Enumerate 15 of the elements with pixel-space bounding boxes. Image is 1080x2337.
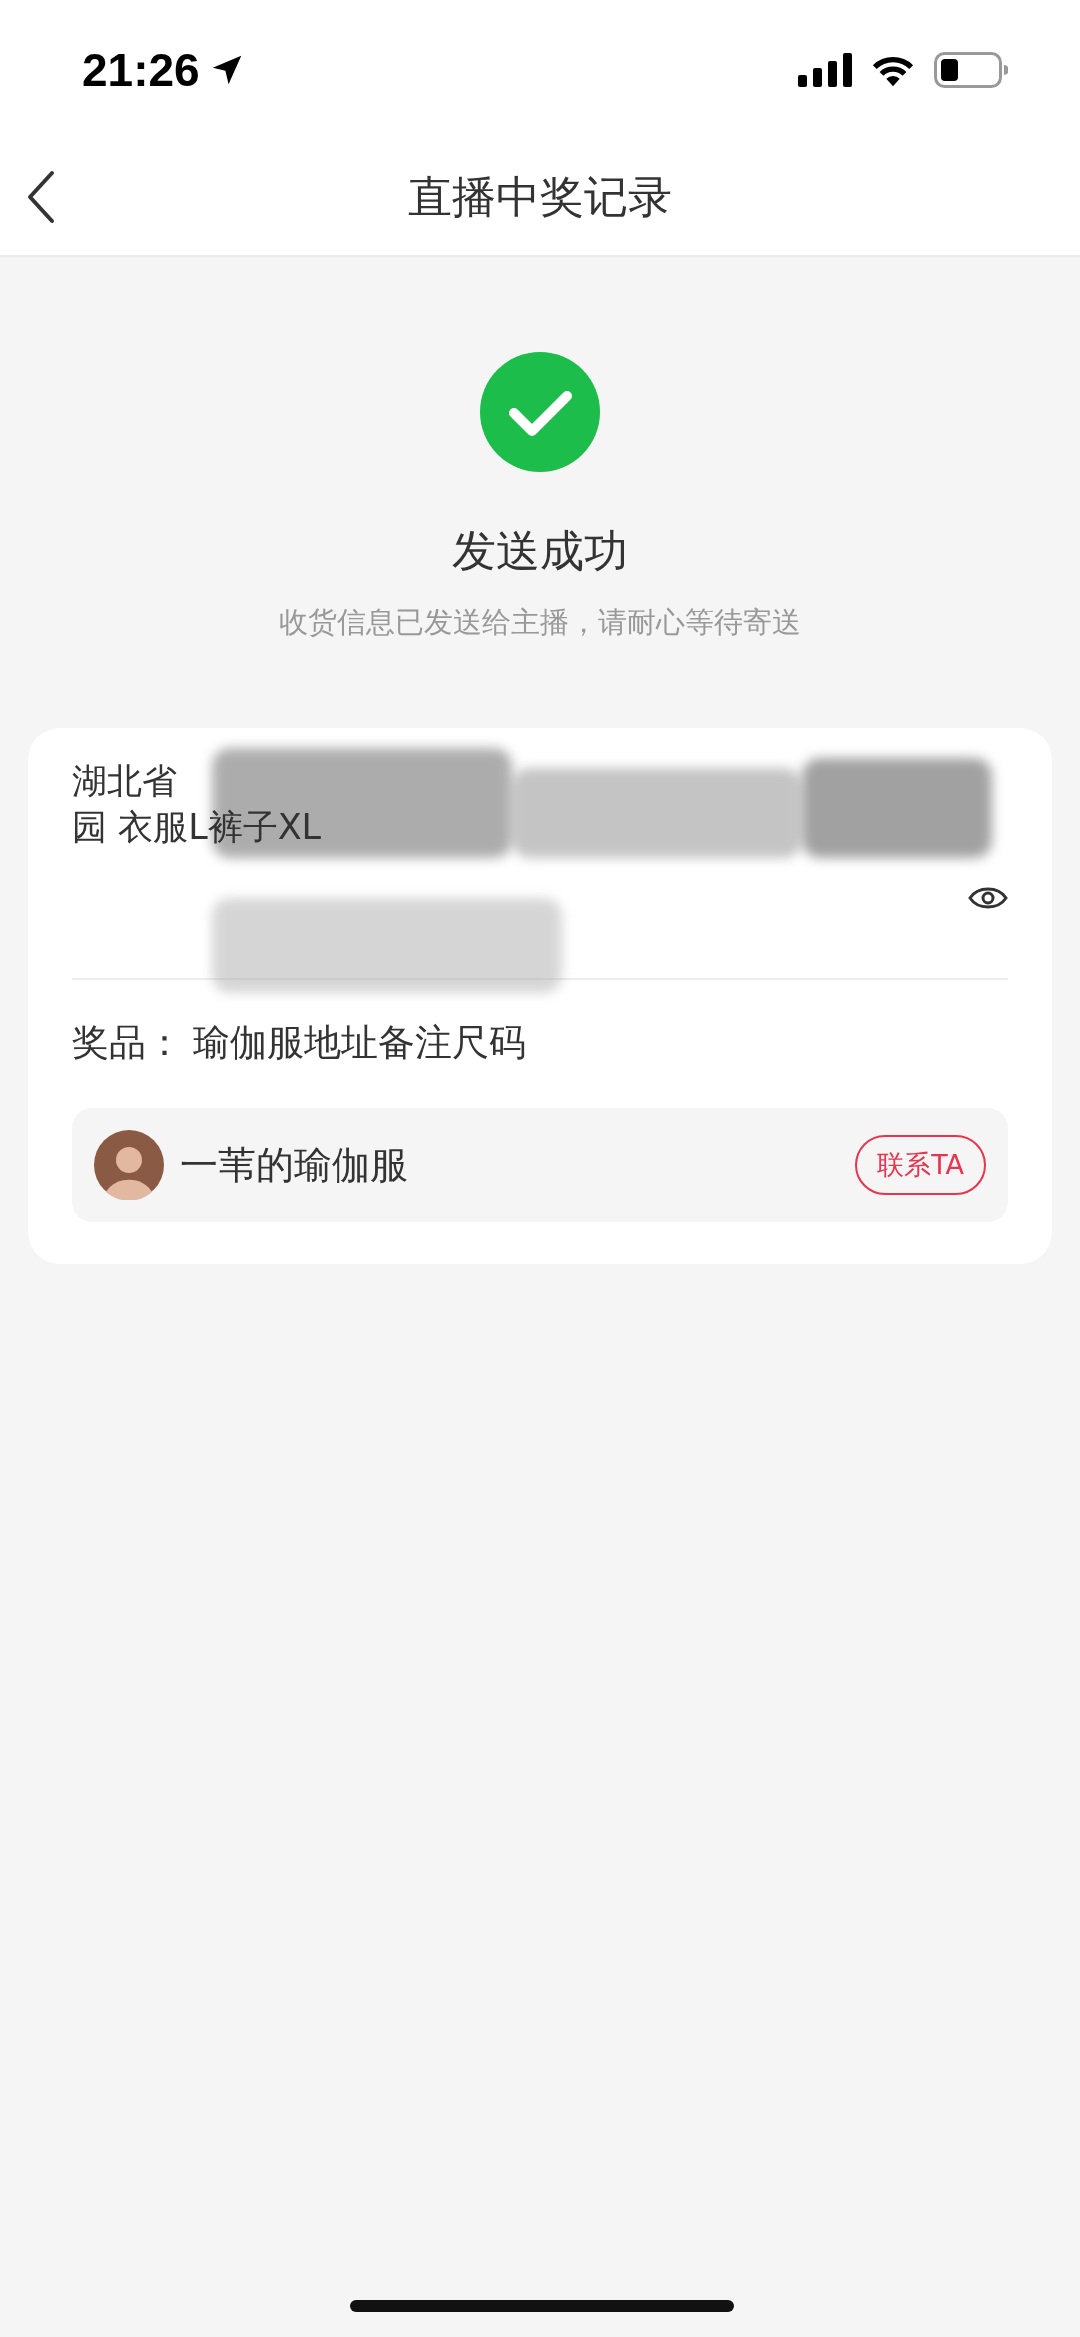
success-message: 收货信息已发送给主播，请耐心等待寄送 (279, 604, 801, 641)
success-title: 发送成功 (452, 524, 628, 578)
prize-label: 奖品： (72, 1020, 183, 1066)
status-time: 21:26 (82, 43, 200, 97)
address-line: 园 衣服L裤子XL (72, 806, 323, 849)
address-line: 湖北省 (72, 760, 178, 803)
signal-icon (798, 53, 852, 87)
back-icon[interactable] (26, 170, 56, 224)
success-check-icon (480, 352, 600, 472)
avatar-icon (94, 1130, 164, 1200)
prize-name: 瑜伽服地址备注尺码 (193, 1020, 526, 1066)
streamer-name: 一苇的瑜伽服 (180, 1141, 409, 1189)
page-title: 直播中奖记录 (408, 170, 672, 224)
contact-button[interactable]: 联系TA (855, 1135, 986, 1195)
battery-icon (934, 52, 1008, 88)
